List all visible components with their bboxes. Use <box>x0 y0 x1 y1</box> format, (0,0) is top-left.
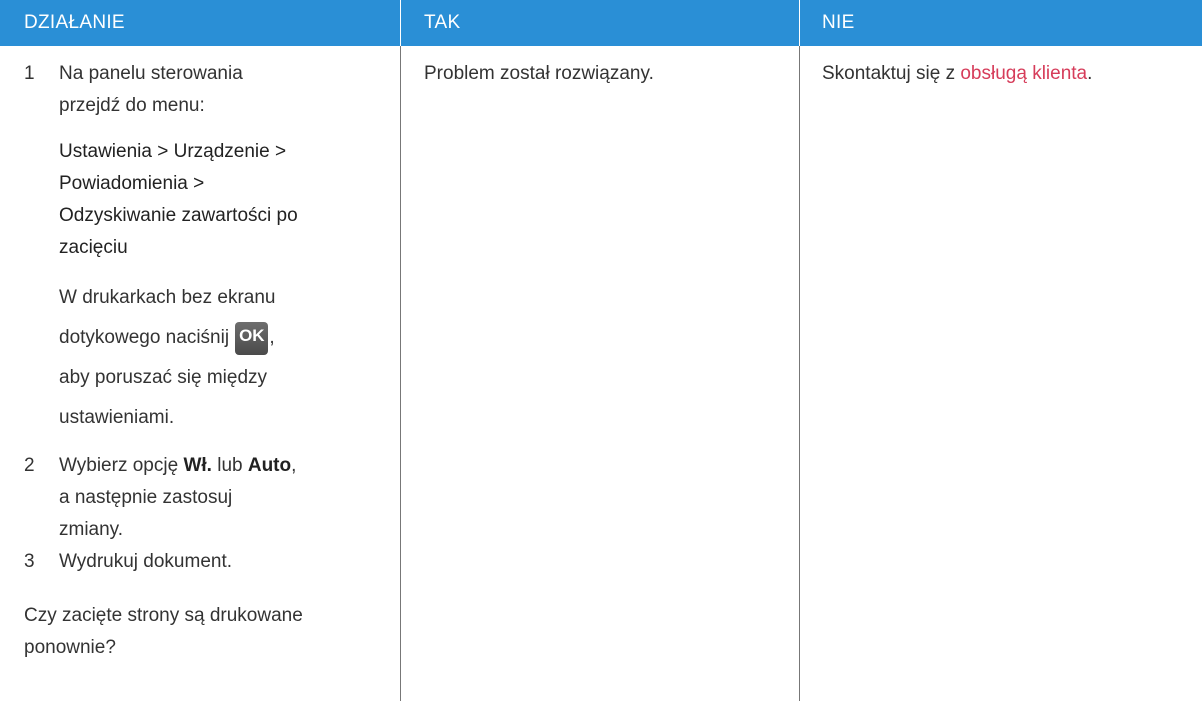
menu-item: Odzyskiwanie zawartości po zacięciu <box>59 205 298 258</box>
no-cell: Skontaktuj się z obsługą klienta. <box>822 46 1192 90</box>
header-no: NIE <box>822 12 855 33</box>
menu-item: Ustawienia <box>59 141 152 162</box>
troubleshooting-table: DZIAŁANIE TAK NIE 1 Na panelu sterowania… <box>0 0 1202 701</box>
no-text-part: Skontaktuj się z <box>822 63 956 84</box>
step-2: 2 Wybierz opcję Wł. lub Auto, a następni… <box>24 450 394 546</box>
question: Czy zacięte strony są drukowane ponownie… <box>24 605 303 658</box>
no-text-part: . <box>1087 63 1093 84</box>
step-text-part: Wybierz opcję <box>59 455 179 476</box>
header-yes: TAK <box>424 12 461 33</box>
menu-item: Urządzenie <box>173 141 270 162</box>
step-number: 1 <box>24 63 35 84</box>
step-number: 3 <box>24 551 35 572</box>
header-divider <box>799 0 800 46</box>
no-text: Skontaktuj się z obsługą klienta. <box>822 58 1192 90</box>
ok-note: W drukarkach bez ekranu dotykowego naciś… <box>59 278 304 438</box>
menu-separator: > <box>275 141 287 162</box>
yes-text: Problem został rozwiązany. <box>424 63 654 84</box>
column-divider <box>400 46 401 701</box>
menu-separator: > <box>193 173 205 194</box>
step-text: Na panelu sterowania przejdź do menu: <box>59 63 243 116</box>
step-1: 1 Na panelu sterowania przejdź do menu: … <box>24 58 394 438</box>
header-action: DZIAŁANIE <box>24 12 125 33</box>
menu-item: Powiadomienia <box>59 173 188 194</box>
menu-path: Ustawienia > Urządzenie > Powiadomienia … <box>59 136 299 264</box>
step-text: Wybierz opcję Wł. lub Auto, a następnie … <box>59 450 299 546</box>
customer-support-link[interactable]: obsługą klienta <box>960 63 1087 84</box>
menu-separator: > <box>157 141 169 162</box>
ok-button-icon: OK <box>235 322 269 355</box>
option-on: Wł. <box>183 455 212 476</box>
step-text-part: lub <box>217 455 243 476</box>
action-cell: 1 Na panelu sterowania przejdź do menu: … <box>24 46 394 664</box>
table-header: DZIAŁANIE TAK NIE <box>0 0 1202 46</box>
step-text: Wydrukuj dokument. <box>59 551 233 572</box>
option-auto: Auto <box>247 455 292 476</box>
step-number: 2 <box>24 455 35 476</box>
header-divider <box>400 0 401 46</box>
column-divider <box>799 46 800 701</box>
step-3: 3 Wydrukuj dokument. <box>24 546 394 578</box>
yes-cell: Problem został rozwiązany. <box>424 46 784 90</box>
